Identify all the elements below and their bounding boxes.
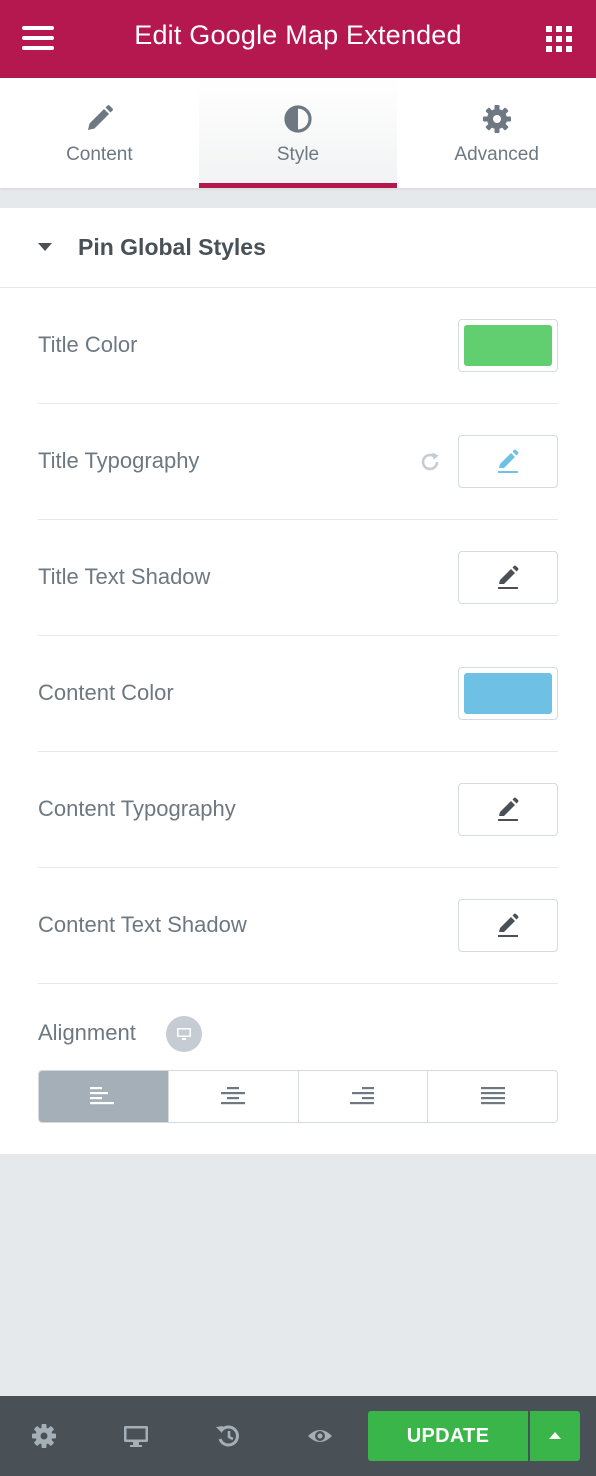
control-label: Content Typography — [38, 796, 236, 821]
gear-icon[interactable] — [30, 1422, 58, 1450]
panel-tabs: Content Style Advanced — [0, 78, 596, 188]
pencil-icon — [88, 105, 114, 130]
desktop-icon[interactable] — [166, 1016, 202, 1052]
tab-label: Style — [276, 144, 320, 165]
caret-up-icon[interactable] — [530, 1411, 580, 1461]
grid-icon[interactable] — [546, 26, 572, 52]
caret-down-icon — [38, 243, 52, 251]
control-alignment: Alignment — [38, 1008, 558, 1148]
color-swatch — [464, 673, 552, 714]
content-text-shadow-edit-button[interactable] — [458, 899, 558, 952]
section-toggle[interactable]: Pin Global Styles — [0, 208, 596, 288]
alignment-choices — [38, 1070, 558, 1123]
control-label: Title Typography — [38, 448, 200, 473]
control-title-text-shadow: Title Text Shadow — [38, 520, 558, 636]
title-color-picker[interactable] — [458, 319, 558, 372]
controls-panel: Pin Global Styles Title Color Title Typo… — [0, 208, 596, 1154]
reset-icon[interactable] — [418, 450, 442, 474]
align-left-icon — [90, 1086, 115, 1104]
align-center-icon — [221, 1086, 246, 1104]
align-right-icon — [349, 1086, 374, 1104]
panel-title: Edit Google Map Extended — [134, 20, 462, 50]
pencil-icon — [498, 449, 519, 473]
tab-style[interactable]: Style — [198, 78, 398, 188]
history-icon[interactable] — [214, 1422, 242, 1450]
content-typography-edit-button[interactable] — [458, 783, 558, 836]
control-label: Content Color — [38, 680, 174, 705]
update-button[interactable]: UPDATE — [368, 1411, 528, 1461]
align-justify-button[interactable] — [427, 1071, 557, 1122]
align-left-button[interactable] — [39, 1071, 168, 1122]
pencil-icon — [498, 913, 519, 937]
eye-icon[interactable] — [306, 1422, 334, 1450]
gear-icon — [482, 105, 511, 133]
control-label: Title Color — [38, 332, 138, 357]
control-content-color: Content Color — [38, 636, 558, 752]
control-title-color: Title Color — [38, 288, 558, 404]
pencil-icon — [498, 797, 519, 821]
pencil-icon — [498, 565, 519, 589]
control-content-text-shadow: Content Text Shadow — [38, 868, 558, 984]
footer-bar: UPDATE — [0, 1396, 596, 1476]
tab-advanced[interactable]: Advanced — [397, 78, 596, 188]
tab-content[interactable]: Content — [0, 78, 199, 188]
section-title: Pin Global Styles — [78, 234, 266, 260]
title-text-shadow-edit-button[interactable] — [458, 551, 558, 604]
align-right-button[interactable] — [297, 1071, 428, 1122]
control-label: Alignment — [38, 1020, 136, 1045]
control-label: Content Text Shadow — [38, 912, 247, 937]
content-color-picker[interactable] — [458, 667, 558, 720]
control-content-typography: Content Typography — [38, 752, 558, 868]
color-swatch — [464, 325, 552, 366]
header-bar: Edit Google Map Extended — [0, 0, 596, 78]
control-title-typography: Title Typography — [38, 404, 558, 520]
tab-label: Content — [66, 144, 133, 165]
desktop-icon[interactable] — [122, 1422, 150, 1450]
half-circle-icon — [284, 105, 312, 133]
tab-label: Advanced — [454, 144, 539, 165]
title-typography-edit-button[interactable] — [458, 435, 558, 488]
align-center-button[interactable] — [167, 1071, 298, 1122]
align-justify-icon — [480, 1086, 505, 1104]
control-label: Title Text Shadow — [38, 564, 211, 589]
